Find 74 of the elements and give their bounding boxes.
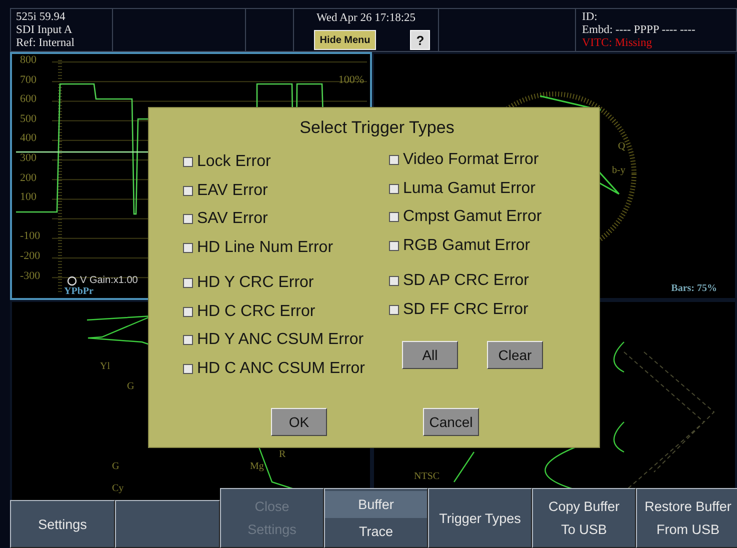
help-button[interactable]: ? bbox=[410, 30, 430, 50]
checkbox-label[interactable]: HD Line Num Error bbox=[197, 238, 334, 257]
checkbox[interactable] bbox=[389, 276, 399, 286]
checkbox-label[interactable]: Lock Error bbox=[197, 153, 271, 172]
status-text: Ref: Internal bbox=[16, 37, 76, 50]
vitc-status: VITC: Missing bbox=[582, 37, 653, 50]
checkbox-label[interactable]: Cmpst Gamut Error bbox=[403, 208, 542, 226]
checkbox[interactable] bbox=[183, 186, 193, 196]
checkbox-label[interactable]: RGB Gamut Error bbox=[403, 236, 530, 255]
menu-button[interactable]: Settings bbox=[10, 500, 115, 548]
bars-label: Bars: 75% bbox=[671, 283, 717, 294]
select-button[interactable]: All bbox=[402, 341, 458, 369]
vector-label: G bbox=[112, 462, 120, 472]
date-time: Wed Apr 26 17:18:25 bbox=[316, 12, 416, 25]
checkbox-label[interactable]: Luma Gamut Error bbox=[403, 180, 536, 198]
percent-label: 100% bbox=[338, 74, 364, 86]
checkbox[interactable] bbox=[183, 278, 193, 288]
checkbox[interactable] bbox=[389, 304, 399, 315]
scale-label: 700 bbox=[20, 74, 36, 86]
menu-button[interactable]: Restore Buffer From USB bbox=[636, 488, 737, 548]
vector-label: b-y bbox=[612, 166, 626, 176]
scale-label: -200 bbox=[20, 251, 40, 262]
scale-label: -100 bbox=[20, 231, 40, 242]
scale-label: 500 bbox=[20, 114, 36, 125]
scale-label: 100 bbox=[20, 192, 36, 204]
scale-label: 600 bbox=[20, 94, 36, 106]
scale-label: 400 bbox=[20, 133, 36, 144]
menu-option[interactable]: Buffer bbox=[325, 491, 427, 518]
menu-button[interactable]: Copy Buffer To USB bbox=[532, 488, 636, 548]
status-text: 525i 59.94 bbox=[16, 11, 66, 24]
status-text: SDI Input A bbox=[16, 24, 74, 37]
select-button[interactable]: Clear bbox=[487, 341, 543, 369]
dialog-button[interactable]: OK bbox=[271, 408, 327, 436]
checkbox-label[interactable]: HD Y CRC Error bbox=[197, 274, 314, 292]
checkbox[interactable] bbox=[183, 214, 193, 224]
checkbox-label[interactable]: HD C CRC Error bbox=[197, 302, 316, 321]
menu-option[interactable]: Trace bbox=[325, 518, 427, 545]
checkbox[interactable] bbox=[389, 240, 399, 251]
checkbox[interactable] bbox=[389, 184, 399, 194]
checkbox[interactable] bbox=[183, 306, 193, 317]
scale-label: 800 bbox=[20, 55, 36, 66]
menu-button[interactable]: Trigger Types bbox=[428, 488, 532, 548]
checkbox[interactable] bbox=[389, 212, 399, 222]
checkbox[interactable] bbox=[183, 335, 193, 346]
vector-label: G bbox=[127, 382, 134, 392]
scale-label: 300 bbox=[20, 153, 36, 164]
menu-button[interactable] bbox=[115, 500, 220, 548]
id-label: ID: bbox=[582, 11, 598, 24]
vector-label: Mg bbox=[250, 462, 264, 472]
checkbox-label[interactable]: HD Y ANC CSUM Error bbox=[197, 331, 364, 350]
dialog-button[interactable]: Cancel bbox=[423, 408, 479, 436]
checkbox-label[interactable]: SAV Error bbox=[197, 210, 268, 228]
vector-label: Cy bbox=[112, 484, 124, 494]
scale-label: 200 bbox=[20, 172, 36, 184]
checkbox-label[interactable]: Video Format Error bbox=[403, 151, 539, 170]
vector-label: R bbox=[279, 450, 286, 460]
standard-label: NTSC bbox=[414, 472, 440, 482]
checkbox-label[interactable]: EAV Error bbox=[197, 182, 268, 200]
color-space-label: YPbPr bbox=[64, 286, 94, 297]
checkbox-label[interactable]: SD AP CRC Error bbox=[403, 272, 529, 290]
checkbox[interactable] bbox=[183, 157, 193, 168]
vector-label: Q bbox=[618, 142, 626, 152]
scale-label: -300 bbox=[20, 270, 40, 282]
checkbox-label[interactable]: HD C ANC CSUM Error bbox=[197, 360, 366, 378]
vector-label: Yl bbox=[100, 362, 110, 372]
hide-menu-button[interactable]: Hide Menu bbox=[314, 30, 376, 50]
gain-label: V Gain:x1.00 bbox=[80, 275, 138, 286]
checkbox[interactable] bbox=[183, 364, 193, 374]
dialog-title: Select Trigger Types bbox=[298, 118, 456, 138]
checkbox-label[interactable]: SD FF CRC Error bbox=[403, 300, 528, 319]
embedded-audio-status: Embd: ---- PPPP ---- ---- bbox=[582, 24, 696, 37]
circle-icon bbox=[67, 276, 77, 286]
checkbox[interactable] bbox=[389, 155, 399, 166]
checkbox[interactable] bbox=[183, 242, 193, 253]
